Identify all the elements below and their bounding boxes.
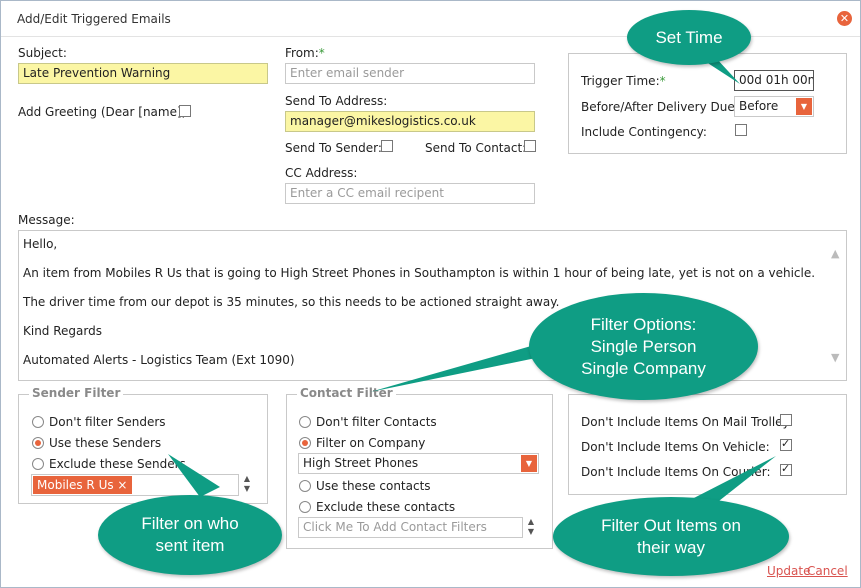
message-line: An item from Mobiles R Us that is going … [23, 266, 816, 280]
scroll-up-icon[interactable]: ▲ [831, 247, 839, 260]
sender-option-label: Exclude these Senders [49, 457, 186, 471]
dialog-title: Add/Edit Triggered Emails [17, 12, 171, 26]
company-select[interactable]: High Street Phones ▼ [298, 453, 539, 474]
cc-label: CC Address: [285, 166, 358, 180]
filter-out-callout: Filter Out Items on their way [553, 497, 789, 576]
subject-label: Subject: [18, 46, 67, 60]
contingency-label: Include Contingency: [581, 125, 707, 139]
set-time-callout: Set Time [627, 10, 751, 65]
courier-checkbox[interactable] [780, 462, 792, 476]
contingency-checkbox[interactable] [735, 124, 747, 136]
before-after-select[interactable]: Before ▼ [734, 96, 814, 117]
send-to-sender-checkbox[interactable] [381, 140, 393, 152]
contact-filter-input[interactable]: Click Me To Add Contact Filters [298, 517, 523, 538]
contact-option-label: Use these contacts [316, 479, 431, 493]
mail-trolley-checkbox[interactable] [780, 414, 792, 426]
sender-spin-icon[interactable]: ▲ ▼ [239, 474, 255, 495]
contact-option-label: Don't filter Contacts [316, 415, 437, 429]
greeting-checkbox[interactable] [179, 105, 191, 117]
from-input[interactable]: Enter email sender [285, 63, 535, 84]
send-to-sender-label: Send To Sender: [285, 141, 382, 155]
cc-input[interactable]: Enter a CC email recipent [285, 183, 535, 204]
filter-sender-callout: Filter on who sent item [98, 495, 282, 575]
scroll-down-icon[interactable]: ▼ [831, 351, 839, 364]
trigger-time-label: Trigger Time:* [581, 74, 666, 88]
close-icon[interactable]: ✕ [837, 11, 852, 26]
message-line: Automated Alerts - Logistics Team (Ext 1… [23, 353, 295, 367]
sender-filter-legend: Sender Filter [29, 386, 124, 400]
send-to-contact-checkbox[interactable] [524, 140, 536, 152]
send-to-label: Send To Address: [285, 94, 388, 108]
chevron-down-icon[interactable]: ▼ [521, 455, 537, 472]
send-to-contact-label: Send To Contact: [425, 141, 527, 155]
contact-radio-exclude[interactable] [299, 501, 311, 513]
cancel-link[interactable]: Cancel [807, 564, 848, 578]
filter-options-callout: Filter Options: Single Person Single Com… [529, 293, 758, 400]
courier-label: Don't Include Items On Courier: [581, 465, 771, 479]
filter-out-callout-text: Filter Out Items on their way [601, 515, 741, 557]
filter-options-callout-text: Filter Options: Single Person Single Com… [581, 314, 706, 378]
sender-radio-exclude[interactable] [32, 458, 44, 470]
subject-input[interactable]: Late Prevention Warning [18, 63, 268, 84]
message-label: Message: [18, 213, 75, 227]
contact-radio-company[interactable] [299, 437, 311, 449]
sender-option-label: Use these Senders [49, 436, 162, 450]
contact-spin-icon[interactable]: ▲ ▼ [523, 517, 539, 538]
contact-radio-use[interactable] [299, 480, 311, 492]
filter-sender-callout-text: Filter on who sent item [141, 514, 239, 555]
sender-radio-use[interactable] [32, 437, 44, 449]
from-label: From:* [285, 46, 325, 60]
message-line: The driver time from our depot is 35 min… [23, 295, 560, 309]
sender-radio-dont-filter[interactable] [32, 416, 44, 428]
set-time-callout-text: Set Time [655, 27, 723, 47]
send-to-input[interactable]: manager@mikeslogistics.co.uk [285, 111, 535, 132]
message-scrollbar[interactable]: ▲ ▼ [828, 231, 846, 380]
sender-option-label: Don't filter Senders [49, 415, 166, 429]
mail-trolley-label: Don't Include Items On Mail Trolley: [581, 415, 793, 429]
message-line: Hello, [23, 237, 58, 251]
contact-option-label: Exclude these contacts [316, 500, 456, 514]
vehicle-label: Don't Include Items On Vehicle: [581, 440, 770, 454]
chevron-down-icon[interactable]: ▼ [796, 98, 812, 115]
update-link[interactable]: Update [767, 564, 810, 578]
trigger-time-input[interactable]: 00d 01h 00m [734, 70, 814, 91]
vehicle-checkbox[interactable] [780, 437, 792, 451]
contact-option-label: Filter on Company [316, 436, 426, 450]
greeting-label: Add Greeting (Dear [name]): [18, 105, 191, 119]
message-line: Kind Regards [23, 324, 102, 338]
contact-radio-dont-filter[interactable] [299, 416, 311, 428]
sender-tag[interactable]: Mobiles R Us × [33, 476, 132, 494]
triggered-email-dialog: Add/Edit Triggered Emails ✕ Subject: Lat… [0, 0, 861, 588]
contact-filter-legend: Contact Filter [297, 386, 396, 400]
before-after-label: Before/After Delivery Due:* [581, 100, 745, 114]
